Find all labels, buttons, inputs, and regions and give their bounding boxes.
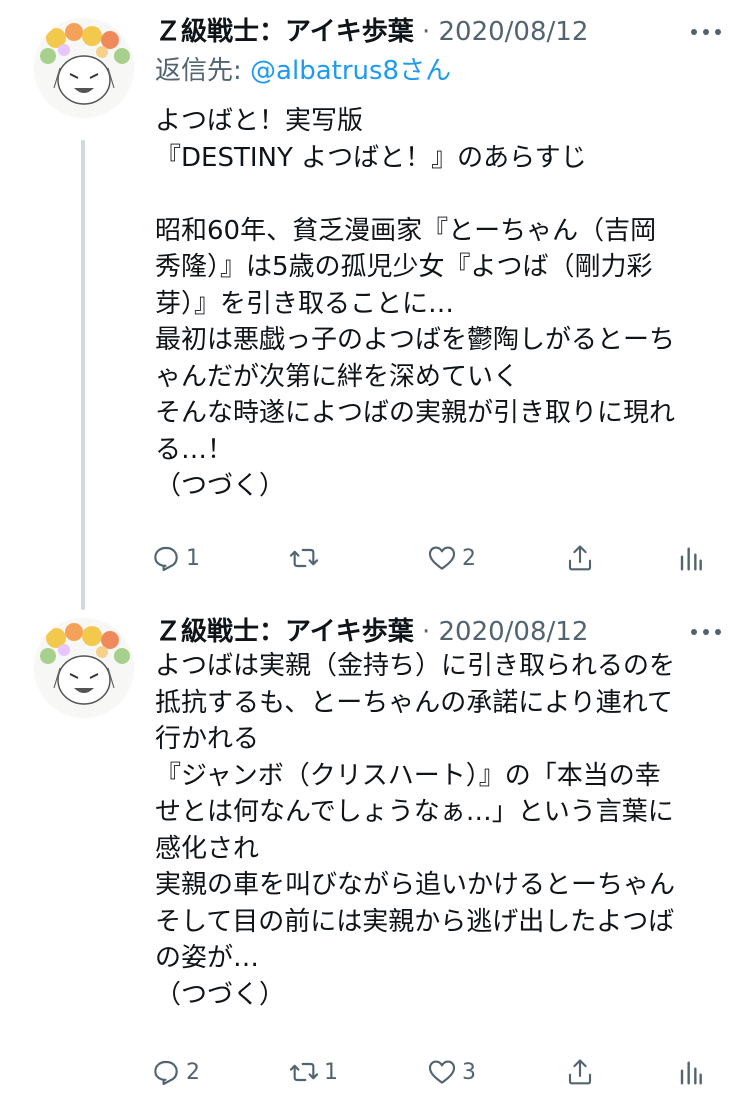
- heart-icon: [428, 1060, 456, 1084]
- retweet-count: 1: [324, 1059, 338, 1085]
- analytics-icon: [680, 1061, 702, 1085]
- tweet-text-line: そんな時遂によつばの実親が引き取りに現れ: [155, 398, 676, 428]
- avatar[interactable]: [34, 618, 134, 718]
- avatar-image: [34, 18, 134, 118]
- like-button[interactable]: 3: [426, 1052, 476, 1092]
- like-count: 2: [462, 545, 476, 571]
- reply-button[interactable]: 2: [150, 1052, 200, 1092]
- reply-icon: [154, 546, 178, 572]
- tweet-text-line: ゃんだが次第に絆を深めていく: [155, 361, 520, 392]
- tweet-text-line: 秀隆）』は5歳の孤児少女『よつば（剛力彩: [155, 252, 653, 282]
- tweet-text-line: せとは何なんでしょうなぁ…」という言葉に: [155, 797, 674, 827]
- header-separator: ·: [421, 17, 431, 47]
- header-separator: ·: [421, 617, 431, 647]
- reply-count: 2: [186, 1059, 200, 1085]
- reply-count: 1: [186, 545, 200, 571]
- retweet-button[interactable]: 1: [288, 1052, 338, 1092]
- tweet-date[interactable]: 2020/08/12: [439, 17, 589, 47]
- tweet-text-line: 行かれる: [155, 724, 260, 754]
- tweet-text-line: の姿が…: [155, 943, 260, 973]
- like-count: 3: [462, 1059, 476, 1085]
- reply-to-line: 返信先: @albatrus8さん: [155, 52, 451, 90]
- reply-button[interactable]: 1: [150, 538, 200, 578]
- tweet-text-line: る…！: [155, 434, 234, 465]
- tweet-text-line: [155, 176, 735, 213]
- tweet-text-line: 昭和60年、貧乏漫画家『とーちゃん（吉岡: [155, 215, 657, 246]
- tweet-text-line: よつばと！実写版: [155, 106, 364, 136]
- retweet-icon: [289, 1062, 319, 1082]
- tweet-date[interactable]: 2020/08/12: [439, 617, 589, 647]
- analytics-button[interactable]: [674, 538, 706, 578]
- tweet-text-line: 抵抗するも、とーちゃんの承諾により連れて: [155, 687, 673, 718]
- tweet-header: Ｚ級戦士：アイキ歩葉 · 2020/08/12: [155, 612, 588, 652]
- tweet-text-line: 『DESTINY よつばと！』のあらすじ: [155, 142, 587, 173]
- more-icon[interactable]: [686, 620, 726, 644]
- reply-to-label: 返信先:: [155, 56, 251, 86]
- tweet-text-line: （つづく）: [155, 979, 286, 1010]
- share-icon: [568, 545, 592, 571]
- tweet-text-line: 感化され: [155, 833, 260, 864]
- heart-icon: [428, 546, 456, 570]
- tweet-text: よつばと！実写版 『DESTINY よつばと！』のあらすじ 昭和60年、貧乏漫画…: [155, 103, 735, 505]
- reply-to-handle[interactable]: @albatrus8さん: [250, 56, 451, 86]
- tweet-text-line: そして目の前には実親から逃げ出したよつば: [155, 906, 675, 937]
- like-button[interactable]: 2: [426, 538, 476, 578]
- tweet-text-line: 芽）』を引き取ることに…: [155, 288, 455, 319]
- share-button[interactable]: [564, 1052, 596, 1092]
- retweet-button[interactable]: [288, 538, 324, 578]
- tweet-text-line: 『ジャンボ（クリスハート）』の「本当の幸: [155, 760, 661, 791]
- reply-icon: [154, 1060, 178, 1086]
- tweet-text-line: よつばは実親（金持ち）に引き取られるのを: [155, 651, 676, 681]
- tweet-text: よつばは実親（金持ち）に引き取られるのを 抵抗するも、とーちゃんの承諾により連れ…: [155, 648, 735, 1013]
- analytics-icon: [680, 547, 702, 571]
- share-button[interactable]: [564, 538, 596, 578]
- tweet-actions: 2 1 3: [150, 1052, 710, 1092]
- author-name[interactable]: Ｚ級戦士：アイキ歩葉: [155, 617, 414, 647]
- avatar[interactable]: [34, 18, 134, 118]
- tweet-text-line: 最初は悪戯っ子のよつばを鬱陶しがるとーち: [155, 325, 676, 355]
- share-icon: [568, 1059, 592, 1085]
- avatar-image: [34, 618, 134, 718]
- tweet-text-line: 実親の車を叫びながら追いかけるとーちゃん: [155, 870, 676, 900]
- thread-connector-line: [81, 140, 85, 610]
- tweet-actions: 1 2: [150, 538, 710, 578]
- analytics-button[interactable]: [674, 1052, 706, 1092]
- more-icon[interactable]: [686, 20, 726, 44]
- tweet-header: Ｚ級戦士：アイキ歩葉 · 2020/08/12: [155, 12, 588, 52]
- tweet-text-line: （つづく）: [155, 471, 286, 501]
- retweet-icon: [289, 548, 319, 568]
- author-name[interactable]: Ｚ級戦士：アイキ歩葉: [155, 17, 414, 47]
